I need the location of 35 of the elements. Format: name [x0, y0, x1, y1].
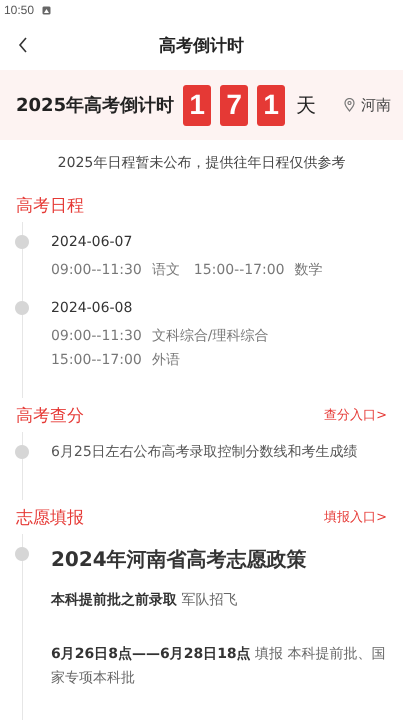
section-title: 高考查分 — [16, 404, 84, 426]
session-time: 15:00--17:00 — [194, 262, 285, 278]
timeline-dot — [15, 235, 29, 249]
policy-title: 2024年河南省高考志愿政策 — [51, 546, 308, 573]
exam-date: 2024-06-07 — [51, 233, 134, 252]
countdown-unit: 天 — [296, 92, 316, 118]
timeline-dot — [15, 547, 29, 561]
back-icon[interactable] — [18, 37, 28, 53]
session-subject: 语文 — [152, 262, 180, 278]
location-pin-icon — [344, 98, 355, 112]
session-time: 09:00--11:30 — [51, 262, 142, 278]
notification-icon — [42, 6, 52, 14]
session-subject: 外语 — [152, 352, 180, 368]
entry-link[interactable]: 填报入口> — [324, 508, 387, 526]
location-label[interactable]: 河南 — [361, 96, 391, 114]
entry-link[interactable]: 查分入口> — [324, 406, 387, 424]
countdown-digit: 7 — [220, 84, 248, 126]
notice-text: 2025年日程暂未公布，提供往年日程仅供参考 — [56, 154, 346, 173]
timeline-dot — [15, 445, 29, 459]
score-release-text: 6月25日左右公布高考录取控制分数线和考生成绩 — [51, 443, 359, 462]
section-title: 高考日程 — [16, 194, 84, 216]
countdown-digit: 1 — [257, 84, 286, 126]
policy-entry: 6月26日8点——6月28日18点 填报 本科提前批、国家专项本科批 — [51, 645, 387, 688]
exam-date: 2024-06-08 — [51, 299, 134, 318]
status-time: 10:50 — [4, 3, 34, 17]
countdown-label: 2025年高考倒计时 — [16, 94, 174, 117]
timeline-dot — [15, 301, 29, 315]
session-subject: 数学 — [294, 262, 323, 278]
session-time: 15:00--17:00 — [51, 352, 142, 368]
session-time: 09:00--11:30 — [51, 328, 142, 344]
policy-entry: 本科提前批之前录取 军队招飞 — [51, 591, 238, 610]
page-title: 高考倒计时 — [159, 34, 244, 56]
session-subject: 文科综合/理科综合 — [152, 328, 269, 344]
section-title: 志愿填报 — [16, 506, 84, 528]
countdown-digit: 1 — [183, 84, 212, 126]
